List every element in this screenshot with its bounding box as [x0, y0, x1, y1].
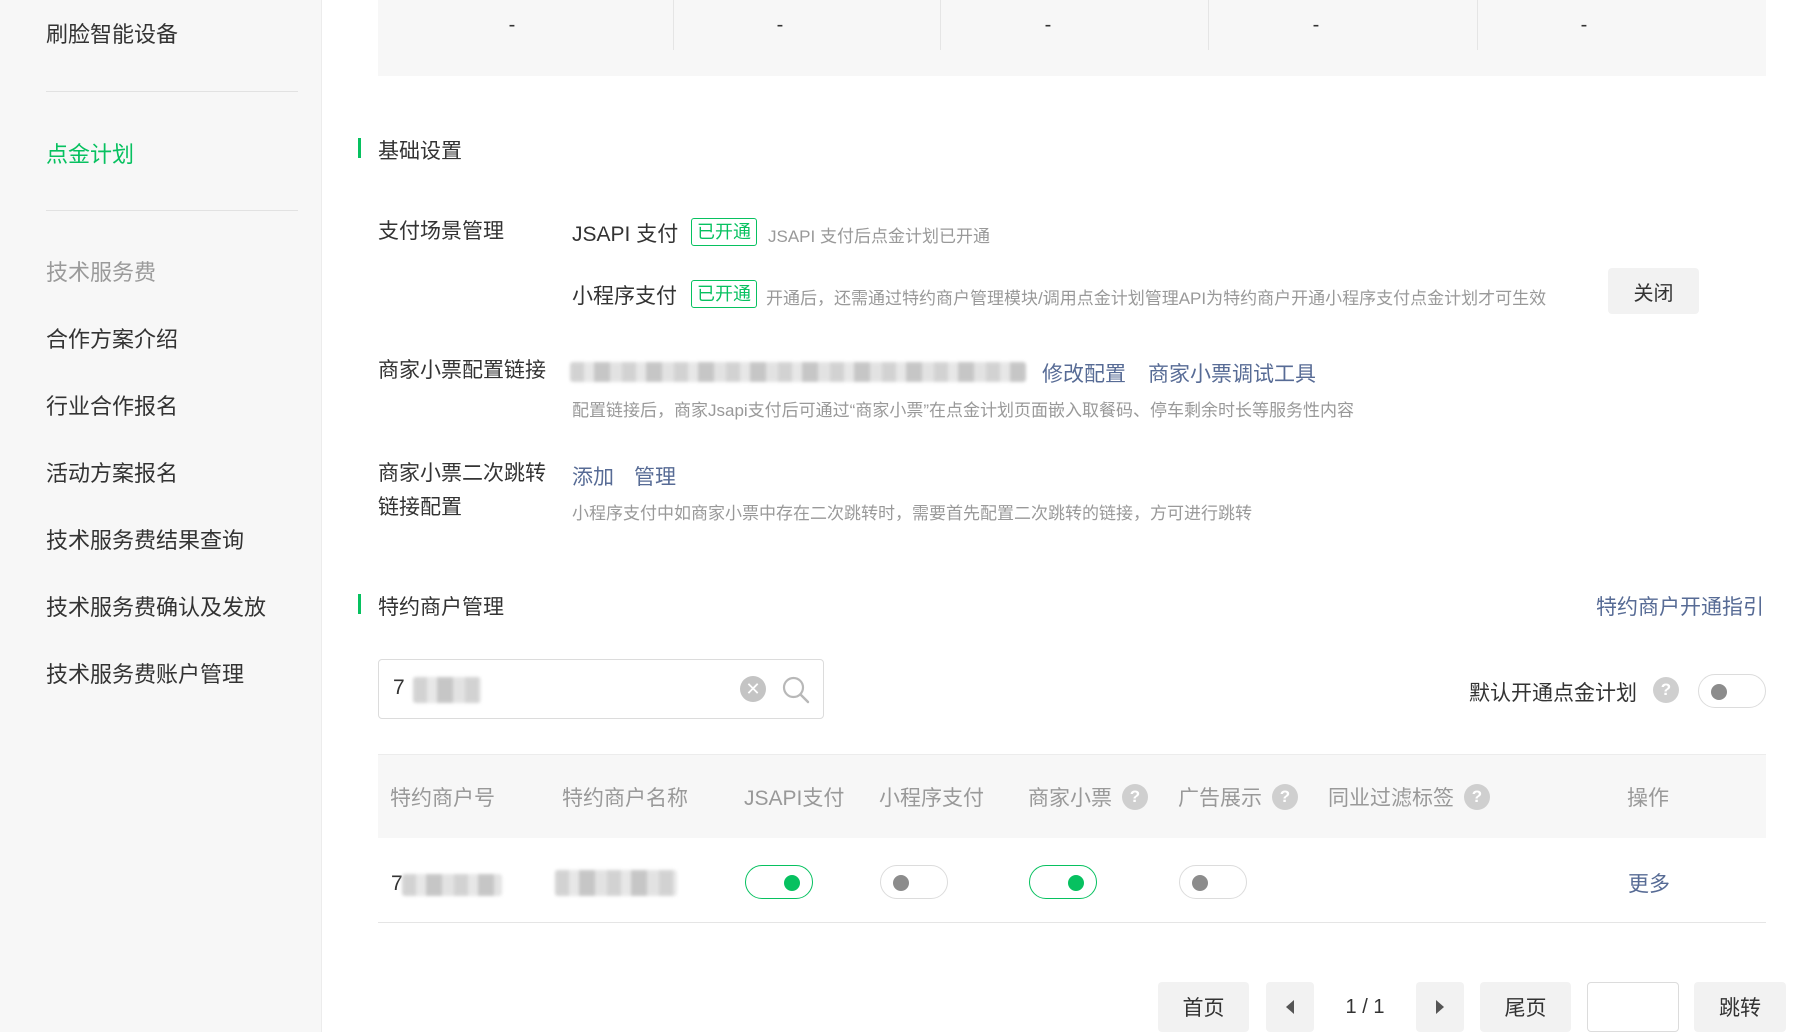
- close-button[interactable]: 关闭: [1608, 268, 1699, 314]
- merchant-id-cell: 7: [391, 872, 403, 895]
- toggle-knob: [1711, 684, 1727, 700]
- toggle-knob: [1068, 875, 1084, 891]
- col-action: 操作: [1627, 755, 1669, 839]
- mini-status-badge: 已开通: [691, 280, 757, 308]
- merchant-management-title: 特约商户管理: [358, 591, 504, 621]
- summary-value: -: [1044, 13, 1052, 36]
- merchant-guide-link[interactable]: 特约商户开通指引: [1596, 591, 1764, 621]
- summary-value: -: [776, 13, 784, 36]
- toggle-knob: [1192, 875, 1208, 891]
- default-open-toggle[interactable]: [1698, 674, 1766, 708]
- col-mini: 小程序支付: [879, 755, 984, 839]
- sidebar-item-activity-signup[interactable]: 活动方案报名: [46, 456, 178, 488]
- next-page-icon: [1436, 1000, 1444, 1014]
- prev-page-button[interactable]: [1266, 982, 1314, 1032]
- receipt-link-redacted: [570, 362, 1026, 382]
- clear-icon[interactable]: ✕: [740, 676, 766, 702]
- basic-settings-title: 基础设置: [358, 135, 462, 165]
- redirect-manage-link[interactable]: 管理: [634, 461, 676, 491]
- more-action-link[interactable]: 更多: [1628, 868, 1670, 898]
- summary-strip: - - - - -: [378, 0, 1766, 76]
- redirect-add-link[interactable]: 添加: [572, 461, 614, 491]
- sidebar-item-cooperation-intro[interactable]: 合作方案介绍: [46, 322, 178, 354]
- col-filter-tag: 同业过滤标签?: [1328, 755, 1490, 839]
- col-merchant-name: 特约商户名称: [562, 755, 688, 839]
- search-input-value: 7: [393, 676, 405, 699]
- sidebar-item-fee-result[interactable]: 技术服务费结果查询: [46, 523, 244, 555]
- col-ad: 广告展示?: [1178, 755, 1298, 839]
- sidebar-item-fee-account[interactable]: 技术服务费账户管理: [46, 657, 244, 689]
- toggle-knob: [784, 875, 800, 891]
- col-label: 广告展示: [1178, 787, 1262, 810]
- toggle-knob: [893, 875, 909, 891]
- payment-scene-label: 支付场景管理: [378, 220, 504, 243]
- redirect-config-label: 商家小票二次跳转: [378, 462, 546, 485]
- jump-button[interactable]: 跳转: [1694, 982, 1786, 1032]
- default-open-label: 默认开通点金计划: [1469, 682, 1637, 705]
- sidebar-item-fee-confirm[interactable]: 技术服务费确认及发放: [46, 590, 266, 622]
- sidebar-divider: [46, 91, 298, 92]
- search-icon[interactable]: [781, 675, 811, 705]
- col-label: 商家小票: [1028, 787, 1112, 810]
- table-header: 特约商户号 特约商户名称 JSAPI支付 小程序支付 商家小票? 广告展示? 同…: [378, 754, 1766, 838]
- page-jump-input[interactable]: [1587, 982, 1679, 1032]
- col-label: 小程序支付: [879, 787, 984, 810]
- merchant-id-redacted: [402, 874, 502, 896]
- col-label: 特约商户号: [390, 787, 495, 810]
- sidebar-item-golden-plan[interactable]: 点金计划: [46, 137, 134, 169]
- prev-page-icon: [1286, 1000, 1294, 1014]
- jsapi-status-badge: 已开通: [691, 218, 757, 246]
- row-divider: [378, 922, 1766, 923]
- col-label: 操作: [1627, 787, 1669, 810]
- summary-value: -: [508, 13, 516, 36]
- mini-pay-name: 小程序支付: [572, 285, 677, 308]
- redirect-config-hint: 小程序支付中如商家小票中存在二次跳转时，需要首先配置二次跳转的链接，方可进行跳转: [572, 504, 1252, 523]
- sidebar-item-face-device[interactable]: 刷脸智能设备: [46, 17, 178, 49]
- ad-toggle[interactable]: [1179, 865, 1247, 899]
- next-page-button[interactable]: [1416, 982, 1464, 1032]
- sidebar-divider: [46, 210, 298, 211]
- merchant-search-input[interactable]: 7 ✕: [378, 659, 824, 719]
- col-label: JSAPI支付: [744, 787, 845, 810]
- jsapi-desc: JSAPI 支付后点金计划已开通: [768, 227, 990, 246]
- receipt-config-hint: 配置链接后，商家Jsapi支付后可通过“商家小票”在点金计划页面嵌入取餐码、停车…: [572, 401, 1355, 420]
- sidebar-item-industry-signup[interactable]: 行业合作报名: [46, 389, 178, 421]
- modify-config-link[interactable]: 修改配置: [1042, 358, 1126, 388]
- col-label: 特约商户名称: [562, 787, 688, 810]
- sidebar-group-title: 技术服务费: [46, 260, 157, 285]
- help-icon[interactable]: ?: [1464, 784, 1490, 810]
- merchant-name-redacted: [555, 870, 677, 896]
- redirect-config-label-2: 链接配置: [378, 496, 462, 519]
- col-jsapi: JSAPI支付: [744, 755, 844, 839]
- help-icon[interactable]: ?: [1272, 784, 1298, 810]
- help-icon[interactable]: ?: [1122, 784, 1148, 810]
- page-indicator: 1 / 1: [1345, 995, 1385, 1018]
- last-page-button[interactable]: 尾页: [1480, 982, 1571, 1032]
- receipt-debug-tool-link[interactable]: 商家小票调试工具: [1148, 358, 1316, 388]
- col-merchant-id: 特约商户号: [390, 755, 495, 839]
- mini-desc: 开通后，还需通过特约商户管理模块/调用点金计划管理API为特约商户开通小程序支付…: [766, 289, 1547, 308]
- search-value-redacted: [413, 677, 481, 703]
- receipt-config-label: 商家小票配置链接: [378, 359, 546, 382]
- summary-value: -: [1580, 13, 1588, 36]
- col-label: 同业过滤标签: [1328, 787, 1454, 810]
- jsapi-pay-name: JSAPI 支付: [572, 223, 679, 246]
- sidebar: 刷脸智能设备 点金计划 技术服务费 合作方案介绍 行业合作报名 活动方案报名 技…: [0, 0, 322, 1032]
- summary-value: -: [1312, 13, 1320, 36]
- mini-program-toggle[interactable]: [880, 865, 948, 899]
- help-icon[interactable]: ?: [1653, 677, 1679, 703]
- first-page-button[interactable]: 首页: [1158, 982, 1249, 1032]
- receipt-toggle[interactable]: [1029, 865, 1097, 899]
- col-receipt: 商家小票?: [1028, 755, 1148, 839]
- jsapi-toggle[interactable]: [745, 865, 813, 899]
